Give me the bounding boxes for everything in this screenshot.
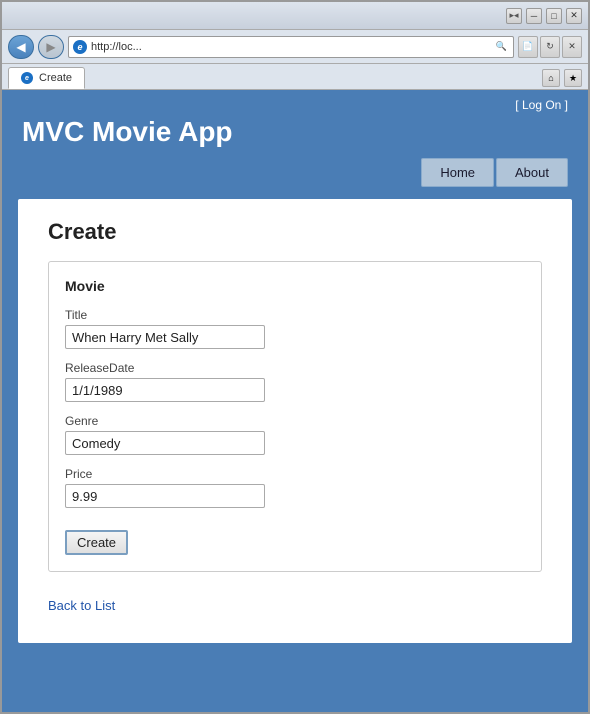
main-area: Create Movie Title ReleaseDate Genre — [2, 187, 588, 712]
page-title: Create — [48, 219, 542, 245]
genre-field-group: Genre — [65, 414, 525, 455]
address-search-icon[interactable]: 🔍 — [494, 41, 509, 52]
app-content: [ Log On ] MVC Movie App Home About Crea… — [2, 90, 588, 712]
back-to-list-link[interactable]: Back to List — [48, 598, 115, 613]
title-bar: ▸◂ ─ □ ✕ — [2, 2, 588, 30]
about-nav-button[interactable]: About — [496, 158, 568, 187]
forward-button[interactable]: ▶ — [38, 35, 64, 59]
form-section-title: Movie — [65, 278, 525, 294]
address-field-wrap: e http://loc... 🔍 — [68, 36, 514, 58]
genre-label: Genre — [65, 414, 525, 428]
title-bar-buttons: ─ □ ✕ — [526, 8, 582, 24]
browser-window: ▸◂ ─ □ ✕ ◀ ▶ e http://loc... 🔍 📄 ↻ ✕ e C… — [0, 0, 590, 714]
nav-menu: Home About — [22, 158, 568, 187]
log-on-bar: [ Log On ] — [22, 98, 568, 112]
content-box: Create Movie Title ReleaseDate Genre — [18, 199, 572, 643]
tab-label: Create — [39, 72, 72, 84]
create-submit-button[interactable]: Create — [65, 530, 128, 555]
price-input[interactable] — [65, 484, 265, 508]
tab-ie-icon: e — [21, 72, 33, 84]
tab-bar: e Create ⌂ ★ — [2, 64, 588, 90]
price-label: Price — [65, 467, 525, 481]
log-on-link[interactable]: [ Log On ] — [515, 98, 568, 112]
home-icon[interactable]: ⌂ — [542, 69, 560, 87]
refresh-page-button[interactable]: 📄 — [518, 36, 538, 58]
ie-icon: e — [73, 40, 87, 54]
genre-input[interactable] — [65, 431, 265, 455]
reload-button[interactable]: ↻ — [540, 36, 560, 58]
maximize-button[interactable]: □ — [546, 8, 562, 24]
form-section: Movie Title ReleaseDate Genre Pr — [48, 261, 542, 572]
title-field-group: Title — [65, 308, 525, 349]
address-text: http://loc... — [91, 41, 490, 53]
browser-right-icons: ⌂ ★ — [542, 69, 582, 87]
app-header: [ Log On ] MVC Movie App Home About — [2, 90, 588, 187]
home-nav-button[interactable]: Home — [421, 158, 494, 187]
address-bar: ◀ ▶ e http://loc... 🔍 📄 ↻ ✕ — [2, 30, 588, 64]
minimize-button[interactable]: ─ — [526, 8, 542, 24]
close-button[interactable]: ✕ — [566, 8, 582, 24]
title-bar-icon[interactable]: ▸◂ — [506, 8, 522, 24]
release-date-input[interactable] — [65, 378, 265, 402]
address-side-buttons: 📄 ↻ ✕ — [518, 36, 582, 58]
title-input[interactable] — [65, 325, 265, 349]
title-label: Title — [65, 308, 525, 322]
stop-button[interactable]: ✕ — [562, 36, 582, 58]
app-title: MVC Movie App — [22, 116, 568, 148]
release-date-label: ReleaseDate — [65, 361, 525, 375]
active-tab[interactable]: e Create — [8, 67, 85, 89]
favorites-icon[interactable]: ★ — [564, 69, 582, 87]
price-field-group: Price — [65, 467, 525, 508]
back-button[interactable]: ◀ — [8, 35, 34, 59]
release-date-field-group: ReleaseDate — [65, 361, 525, 402]
